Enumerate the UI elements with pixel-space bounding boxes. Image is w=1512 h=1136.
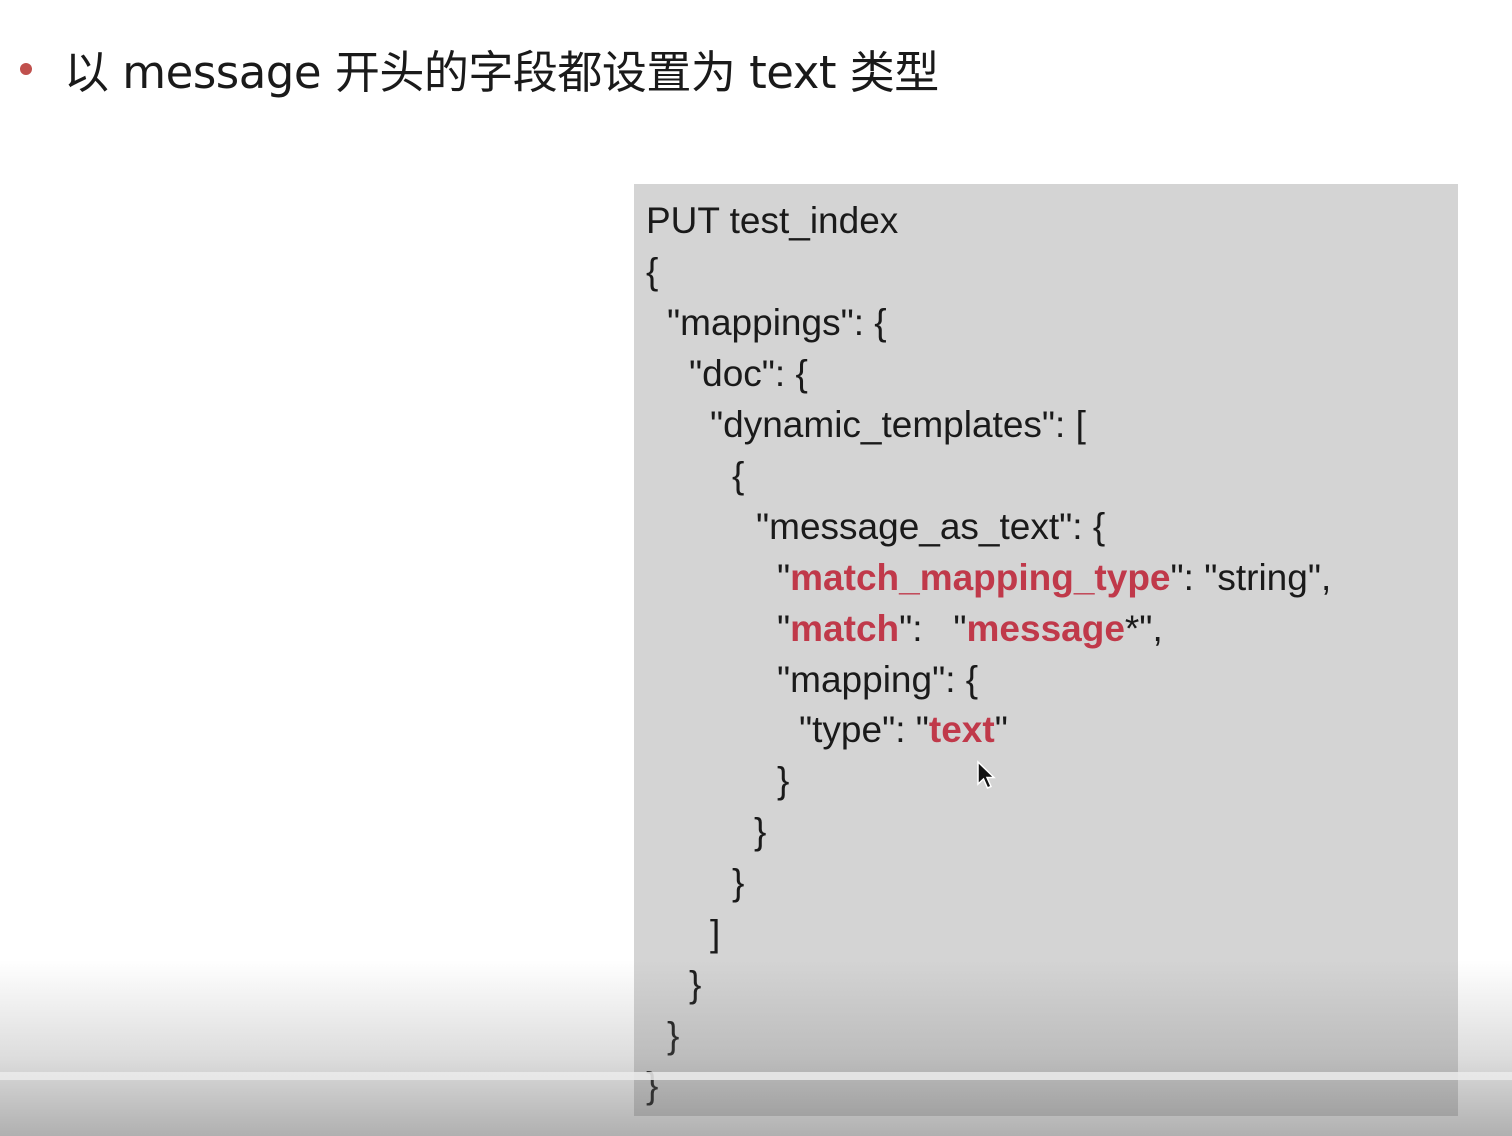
- code-block: PUT test_index { "mappings": { "doc": { …: [634, 184, 1458, 1116]
- code-line: }: [777, 760, 790, 801]
- code-line: "mapping": {: [777, 659, 979, 700]
- code-token: ": ": [899, 608, 967, 649]
- code-line: }: [667, 1015, 680, 1056]
- code-token: ": [777, 608, 791, 649]
- code-keyword: text: [928, 709, 995, 750]
- video-progress-track: [0, 1072, 1512, 1080]
- code-line: "type": "text": [799, 708, 1008, 752]
- code-keyword: match: [790, 608, 900, 649]
- slide: 以 message 开头的字段都设置为 text 类型 PUT test_ind…: [0, 0, 1512, 1136]
- code-token: ": [777, 557, 791, 598]
- code-line: "mappings": {: [667, 302, 887, 343]
- code-line: "message_as_text": {: [756, 506, 1106, 547]
- mouse-pointer-icon: [977, 760, 996, 789]
- code-token: "type": ": [799, 709, 929, 750]
- code-token: ": [994, 709, 1008, 750]
- code-keyword: match_mapping_type: [790, 557, 1171, 598]
- code-line: "doc": {: [689, 353, 808, 394]
- bullet-dot-icon: [20, 63, 32, 75]
- code-line: {: [646, 251, 659, 292]
- code-line: "match": "message*",: [777, 607, 1163, 651]
- code-line: "dynamic_templates": [: [710, 404, 1086, 445]
- code-line: PUT test_index: [646, 200, 899, 241]
- bullet-text: 以 message 开头的字段都设置为 text 类型: [64, 45, 939, 99]
- code-token: *",: [1124, 608, 1163, 649]
- code-keyword: message: [966, 608, 1125, 649]
- code-line: }: [646, 1065, 659, 1106]
- code-line: ]: [710, 913, 721, 954]
- code-line: }: [689, 964, 702, 1005]
- code-line: }: [754, 811, 767, 852]
- bullet-item: 以 message 开头的字段都设置为 text 类型: [20, 36, 939, 100]
- code-token: ": "string",: [1170, 557, 1332, 598]
- code-line: {: [732, 455, 745, 496]
- code-line: }: [732, 862, 745, 903]
- code-line: "match_mapping_type": "string",: [777, 556, 1331, 600]
